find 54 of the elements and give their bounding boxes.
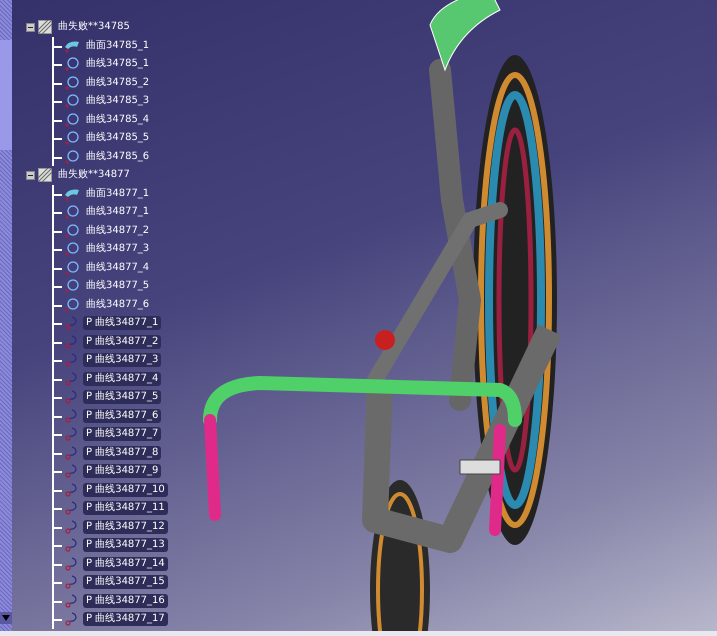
expand-toggle[interactable] — [26, 22, 35, 32]
tree-item[interactable]: P 曲线34877_14 — [83, 556, 168, 571]
tree-item[interactable]: P 曲线34877_6 — [83, 408, 162, 423]
tree-item[interactable]: 曲线34877_5 — [83, 279, 152, 294]
surface-icon — [64, 186, 80, 201]
scrollbar-thumb[interactable] — [0, 40, 12, 150]
hatched-part-icon — [38, 168, 52, 182]
tree-item[interactable]: P 曲线34877_5 — [83, 390, 162, 404]
tree-item[interactable]: 曲面34785_1 — [83, 38, 152, 53]
tree-item[interactable]: 曲线34877_1 — [83, 205, 152, 220]
tree-item[interactable]: P 曲线34877_16 — [83, 594, 168, 608]
tree-item[interactable]: P 曲线34877_9 — [83, 464, 162, 478]
tree-item[interactable]: 曲失败**34877 — [55, 168, 133, 182]
tree-item[interactable]: 曲面34877_1 — [83, 186, 152, 201]
tree-item[interactable]: P 曲线34877_4 — [83, 372, 162, 386]
tree-item[interactable]: 曲线34785_5 — [83, 131, 152, 146]
tree-item[interactable]: 曲线34877_6 — [83, 298, 152, 312]
tree-item[interactable]: P 曲线34877_7 — [83, 427, 162, 442]
scroll-down-button[interactable] — [0, 612, 12, 624]
circle-curve-icon — [64, 242, 80, 256]
circle-curve-icon — [64, 298, 80, 312]
circle-curve-icon — [64, 94, 80, 108]
tree-item[interactable]: 曲失败**34785 — [55, 20, 133, 34]
tree-item[interactable]: 曲线34785_2 — [83, 76, 152, 90]
circle-curve-icon — [64, 224, 80, 238]
tree-item[interactable]: P 曲线34877_15 — [83, 575, 168, 590]
tree-item[interactable]: P 曲线34877_3 — [83, 353, 162, 368]
circle-curve-icon — [64, 205, 80, 220]
tree-item[interactable]: 曲线34785_1 — [83, 57, 152, 72]
tree-item[interactable]: P 曲线34877_17 — [83, 612, 168, 626]
circle-curve-icon — [64, 76, 80, 90]
tree-item[interactable]: P 曲线34877_2 — [83, 334, 162, 349]
tree-item[interactable]: P 曲线34877_12 — [83, 520, 168, 534]
scrollbar-track[interactable] — [0, 624, 12, 631]
circle-curve-icon — [64, 131, 80, 146]
tree-item[interactable]: 曲线34785_4 — [83, 112, 152, 127]
circle-curve-icon — [64, 150, 80, 164]
tree-item[interactable]: 曲线34785_6 — [83, 150, 152, 164]
tree-item[interactable]: 曲线34877_2 — [83, 224, 152, 238]
circle-curve-icon — [64, 112, 80, 127]
circle-curve-icon — [64, 279, 80, 294]
surface-icon — [64, 38, 80, 53]
tree-item[interactable]: P 曲线34877_13 — [83, 538, 168, 552]
circle-curve-icon — [64, 57, 80, 72]
hatched-part-icon — [38, 20, 52, 34]
tree-item[interactable]: 曲线34785_3 — [83, 94, 152, 108]
tree-item[interactable]: P 曲线34877_11 — [83, 501, 168, 516]
tree-item[interactable]: 曲线34877_3 — [83, 242, 152, 256]
tree-item[interactable]: P 曲线34877_8 — [83, 446, 162, 460]
tree-item[interactable]: P 曲线34877_10 — [83, 482, 168, 497]
circle-curve-icon — [64, 260, 80, 275]
tree-item[interactable]: 曲线34877_4 — [83, 260, 152, 275]
tree-item[interactable]: P 曲线34877_1 — [83, 316, 162, 330]
expand-toggle[interactable] — [26, 170, 35, 180]
